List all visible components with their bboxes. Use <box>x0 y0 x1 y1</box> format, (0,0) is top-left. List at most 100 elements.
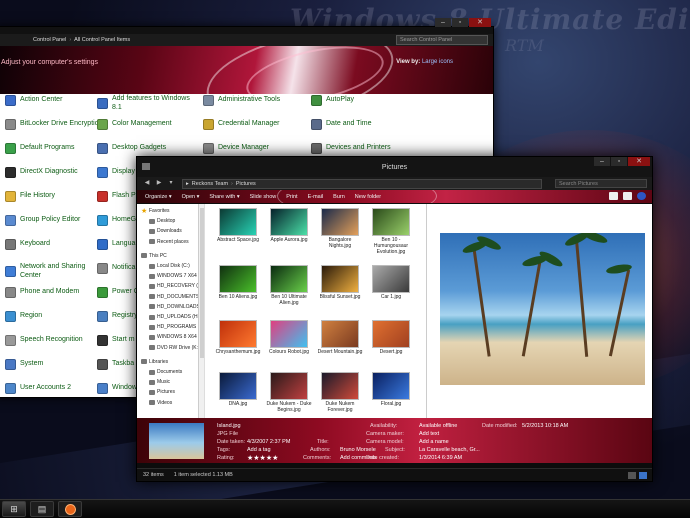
control-panel-item[interactable]: Speech Recognition <box>5 335 107 346</box>
file-thumbnail[interactable]: Desert.jpg <box>368 320 414 355</box>
address-bar[interactable]: ▸ Reckons Team › Pictures <box>182 178 542 189</box>
file-thumbnail[interactable]: Duke Nukem Forever.jpg <box>317 372 363 413</box>
control-panel-item[interactable]: Keyboard <box>5 239 107 250</box>
breadcrumb-all-items[interactable]: All Control Panel Items <box>74 37 130 43</box>
control-panel-item[interactable]: User Accounts 2 <box>5 383 107 394</box>
maximize-button[interactable]: ▫ <box>611 157 627 166</box>
control-panel-titlebar[interactable]: – ▫ ✕ <box>0 18 493 34</box>
navigation-scroll-thumb[interactable] <box>200 208 204 358</box>
nav-item[interactable]: HD_DOCUMENTS <box>149 294 198 300</box>
nav-item[interactable]: WINDOWS 8 X64 <box>149 334 197 340</box>
tags-value[interactable]: Add a tag <box>247 447 271 453</box>
media-player-taskbar-button[interactable] <box>58 501 82 517</box>
file-thumbnail[interactable]: Apple Aurora.jpg <box>266 208 312 243</box>
control-panel-item[interactable]: Date and Time <box>311 119 413 130</box>
authors-value[interactable]: Bruno Morsele <box>340 447 376 453</box>
file-thumbnail[interactable]: DNA.jpg <box>215 372 261 407</box>
control-panel-item[interactable]: AutoPlay <box>311 95 413 106</box>
pictures-search-input[interactable]: Search Pictures <box>555 179 647 188</box>
file-thumbnail[interactable]: Bangalore Nights.jpg <box>317 208 363 249</box>
close-button[interactable]: ✕ <box>628 157 650 166</box>
power-icon <box>97 287 108 298</box>
file-thumbnail[interactable]: Colours Robot.jpg <box>266 320 312 355</box>
file-thumbnail[interactable]: Ben 10 - Humungousaur Evolution.jpg <box>368 208 414 255</box>
open-button[interactable]: Open ▾ <box>182 194 200 200</box>
nav-item[interactable]: Local Disk (C:) <box>149 263 190 269</box>
start-button[interactable]: ⊞ <box>2 501 26 517</box>
nav-section-header[interactable]: Libraries <box>141 359 168 365</box>
file-thumbnail[interactable]: Blissful Sunset.jpg <box>317 265 363 300</box>
nav-item[interactable]: HD_PROGRAMS <box>149 324 196 330</box>
camera-maker-value[interactable]: Add text <box>419 431 439 437</box>
color-management-icon <box>97 119 108 130</box>
help-icon[interactable] <box>637 192 646 200</box>
control-panel-item[interactable]: BitLocker Drive Encryption <box>5 119 107 130</box>
nav-item[interactable]: Pictures <box>149 389 175 395</box>
details-view-icon[interactable] <box>628 471 636 479</box>
date-taken-value[interactable]: 4/3/2007 2:37 PM <box>247 439 290 445</box>
share-with-button[interactable]: Share with ▾ <box>209 194 239 200</box>
explorer-taskbar-button[interactable]: ▤ <box>30 501 54 517</box>
control-panel-item[interactable]: Network and Sharing Center <box>5 263 107 280</box>
nav-item[interactable]: Downloads <box>149 228 182 234</box>
file-thumbnail[interactable]: Duke Nukem - Duke Begins.jpg <box>266 372 312 413</box>
large-icons-view-icon[interactable] <box>639 471 647 479</box>
nav-section-header[interactable]: This PC <box>141 253 167 259</box>
camera-model-value[interactable]: Add a name <box>419 439 449 445</box>
nav-item[interactable]: HD_DOWNLOADS <box>149 304 198 310</box>
minimize-button[interactable]: – <box>594 157 610 166</box>
back-arrow-icon[interactable]: ◀ <box>142 179 152 188</box>
maximize-button[interactable]: ▫ <box>452 18 468 27</box>
forward-arrow-icon[interactable]: ▶ <box>154 179 164 188</box>
slide-show-button[interactable]: Slide show <box>250 194 277 200</box>
nav-item[interactable]: WINDOWS 7 X64 <box>149 273 197 279</box>
view-by-dropdown[interactable]: Large icons <box>422 59 453 65</box>
control-panel-item[interactable]: File History <box>5 191 107 202</box>
control-panel-address-bar[interactable]: Control Panel › All Control Panel Items … <box>0 34 493 46</box>
preview-pane-icon[interactable] <box>623 192 632 200</box>
control-panel-item[interactable]: Color Management <box>97 119 199 130</box>
control-panel-item[interactable]: System <box>5 359 107 370</box>
file-thumbnail[interactable]: Chrysanthemum.jpg <box>215 320 261 355</box>
rating-stars[interactable]: ★★★★★ <box>247 454 278 462</box>
breadcrumb-user[interactable]: Reckons Team <box>192 181 228 187</box>
control-panel-item[interactable]: Credential Manager <box>203 119 305 130</box>
nav-item[interactable]: Recent places <box>149 239 189 245</box>
nav-item[interactable]: Documents <box>149 369 182 375</box>
file-thumbnail[interactable]: Ben 10 Ultimate Alien.jpg <box>266 265 312 306</box>
breadcrumb-control-panel[interactable]: Control Panel <box>33 37 66 43</box>
control-panel-item[interactable]: Action Center <box>5 95 107 106</box>
control-panel-item[interactable]: Device Manager <box>203 143 305 154</box>
close-button[interactable]: ✕ <box>469 18 491 27</box>
nav-item[interactable]: DVD RW Drive (K: <box>149 345 198 351</box>
file-thumbnail[interactable]: Abstract Space.jpg <box>215 208 261 243</box>
minimize-button[interactable]: – <box>435 18 451 27</box>
nav-section-header[interactable]: ★ Favorites <box>141 208 170 215</box>
control-panel-item[interactable]: Phone and Modem <box>5 287 107 298</box>
file-thumbnail[interactable]: Ben 10 Aliens.jpg <box>215 265 261 300</box>
pictures-titlebar[interactable]: Pictures – ▫ ✕ <box>137 157 652 177</box>
control-panel-item[interactable]: DirectX Diagnostic <box>5 167 107 178</box>
file-thumbnail[interactable]: Desert Mountain.jpg <box>317 320 363 355</box>
file-thumbnail[interactable]: Floral.jpg <box>368 372 414 407</box>
nav-item[interactable]: Music <box>149 379 170 385</box>
view-by-control[interactable]: View by: Large icons <box>396 59 453 65</box>
control-panel-item[interactable]: Group Policy Editor <box>5 215 107 226</box>
nav-item[interactable]: Videos <box>149 400 172 406</box>
subject-value[interactable]: La Caravelle beach, Gr... <box>419 447 480 453</box>
change-view-icon[interactable] <box>609 192 618 200</box>
control-panel-search-input[interactable]: Search Control Panel <box>396 35 488 45</box>
control-panel-item[interactable]: Region <box>5 311 107 322</box>
nav-item[interactable]: Desktop <box>149 218 175 224</box>
control-panel-item[interactable]: Administrative Tools <box>203 95 305 106</box>
nav-item[interactable]: HD_RECOVERY (E <box>149 283 198 289</box>
control-panel-item[interactable]: Desktop Gadgets <box>97 143 199 154</box>
organize-button[interactable]: Organize ▾ <box>145 194 172 200</box>
control-panel-item[interactable]: Add features to Windows 8.1 <box>97 95 199 112</box>
control-panel-item[interactable]: Default Programs <box>5 143 107 154</box>
nav-item[interactable]: HD_UPLOADS (H <box>149 314 198 320</box>
control-panel-item[interactable]: Devices and Printers <box>311 143 413 154</box>
recent-dropdown-icon[interactable]: ▾ <box>166 179 176 188</box>
breadcrumb-pictures[interactable]: Pictures <box>236 181 256 187</box>
file-thumbnail[interactable]: Car 1.jpg <box>368 265 414 300</box>
